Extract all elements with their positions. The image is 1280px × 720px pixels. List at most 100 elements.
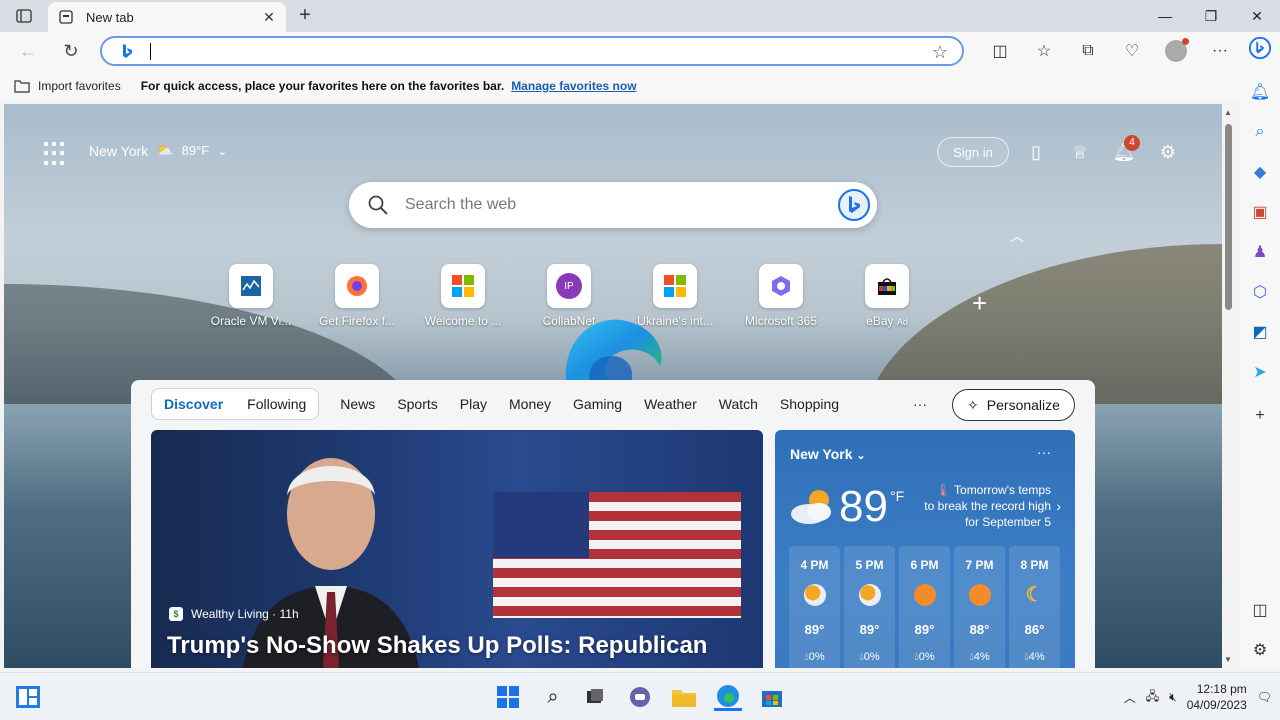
store-icon[interactable] bbox=[758, 683, 786, 711]
app-launcher-icon[interactable] bbox=[44, 142, 68, 166]
more-tabs-icon[interactable]: ··· bbox=[913, 396, 927, 412]
widgets-icon[interactable] bbox=[14, 683, 42, 711]
hourly-item[interactable]: 5 PM 89° 💧︎0% bbox=[844, 546, 895, 668]
chevron-right-icon[interactable]: › bbox=[1056, 498, 1061, 514]
tab-watch[interactable]: Watch bbox=[708, 396, 769, 412]
outlook-icon[interactable]: ◩ bbox=[1248, 320, 1272, 344]
tab-sports[interactable]: Sports bbox=[386, 396, 448, 412]
taskbar-search-icon[interactable]: ⌕ bbox=[539, 683, 567, 711]
back-arrow-icon[interactable]: ← bbox=[17, 40, 39, 62]
m365-icon bbox=[759, 264, 803, 308]
tab-weather[interactable]: Weather bbox=[633, 396, 708, 412]
tab-gaming[interactable]: Gaming bbox=[562, 396, 633, 412]
ip-icon: IP bbox=[547, 264, 591, 308]
add-sidebar-item-icon[interactable]: + bbox=[1248, 404, 1272, 428]
scroll-down-icon[interactable]: ▼ bbox=[1224, 655, 1232, 664]
microsoft-icon bbox=[653, 264, 697, 308]
personalize-button[interactable]: ✧ Personalize bbox=[952, 389, 1075, 421]
folder-icon bbox=[14, 80, 30, 93]
hourly-item[interactable]: 6 PM 89° 💧︎0% bbox=[899, 546, 950, 668]
scroll-up-icon[interactable]: ▲ bbox=[1224, 108, 1232, 117]
notification-bell-icon[interactable]: 🔔︎ bbox=[1248, 80, 1272, 104]
favorite-star-icon[interactable]: ☆ bbox=[932, 42, 948, 63]
performance-icon[interactable]: ♡ bbox=[1110, 38, 1154, 64]
weather-alert[interactable]: 🌡︎ Tomorrow's temps to break the record … bbox=[923, 482, 1051, 530]
quick-link-tile[interactable]: Microsoft 365 bbox=[728, 264, 834, 328]
restore-icon[interactable]: ❐ bbox=[1188, 0, 1234, 32]
hide-sidebar-icon[interactable]: ◫ bbox=[1248, 598, 1272, 622]
weather-city[interactable]: New York ⌄ bbox=[790, 446, 866, 462]
story-source: $ Wealthy Living · 11h bbox=[169, 607, 299, 621]
story-headline[interactable]: Trump's No-Show Shakes Up Polls: Republi… bbox=[167, 632, 707, 660]
quick-link-tile[interactable]: Welcome to ... bbox=[410, 264, 516, 328]
temp-unit: °F bbox=[196, 143, 210, 158]
shopping-tag-icon[interactable]: ◆ bbox=[1248, 160, 1272, 184]
tab-shopping[interactable]: Shopping bbox=[769, 396, 850, 412]
weather-summary[interactable]: New York ⛅ 89°F ⌄ bbox=[89, 142, 227, 159]
text-caret bbox=[150, 43, 151, 60]
collections-icon[interactable]: ⧉ bbox=[1066, 38, 1110, 64]
tab-discover[interactable]: Discover bbox=[152, 396, 235, 412]
page-scrollbar[interactable]: ▲ ▼ bbox=[1222, 104, 1236, 668]
chevron-up-icon[interactable]: ︿ bbox=[1124, 689, 1136, 706]
start-windows-icon[interactable] bbox=[494, 683, 522, 711]
chevron-up-icon[interactable]: ︿ bbox=[1010, 226, 1024, 246]
scrollbar-thumb[interactable] bbox=[1225, 124, 1232, 310]
favorites-icon[interactable]: ☆ bbox=[1022, 38, 1066, 64]
clock[interactable]: 12:18 pm 04/09/2023 bbox=[1187, 681, 1247, 713]
task-view-icon[interactable] bbox=[581, 683, 609, 711]
import-favorites-button[interactable]: Import favorites bbox=[14, 79, 121, 93]
profile-avatar[interactable] bbox=[1154, 38, 1198, 64]
tab-news[interactable]: News bbox=[329, 396, 386, 412]
precip-value: 4% bbox=[1028, 651, 1045, 663]
title-bar: New tab ✕ + — ❐ ✕ bbox=[0, 0, 1280, 32]
quick-link-tile[interactable]: Oracle VM Vi... bbox=[198, 264, 304, 328]
virtualbox-icon bbox=[229, 264, 273, 308]
network-icon[interactable]: 🖧︎ bbox=[1146, 687, 1159, 708]
tab-following[interactable]: Following bbox=[235, 396, 318, 412]
quick-link-tile[interactable]: eBay Ad bbox=[834, 264, 940, 328]
teams-chat-icon[interactable] bbox=[626, 683, 654, 711]
new-tab-button[interactable]: + bbox=[293, 4, 317, 28]
web-search-box[interactable]: Search the web bbox=[349, 182, 877, 228]
hourly-item[interactable]: 8 PM ☾ 86° 💧︎4% bbox=[1009, 546, 1060, 668]
hourly-item[interactable]: 7 PM 88° 💧︎4% bbox=[954, 546, 1005, 668]
hourly-forecast: 4 PM 89° 💧︎0% 5 PM 89° 💧︎0% 6 PM 89° 💧︎0… bbox=[789, 546, 1060, 668]
split-screen-icon[interactable]: ◫ bbox=[978, 38, 1022, 64]
weather-card[interactable]: New York ⌄ ··· 89 °F 🌡︎ Tomorrow's temps… bbox=[775, 430, 1075, 668]
close-window-icon[interactable]: ✕ bbox=[1234, 0, 1280, 32]
rewards-icon[interactable]: ♕ bbox=[1058, 137, 1102, 167]
volume-muted-icon[interactable]: 🔇︎ bbox=[1169, 690, 1177, 705]
more-menu-icon[interactable]: ··· bbox=[1198, 38, 1242, 64]
hourly-item[interactable]: 4 PM 89° 💧︎0% bbox=[789, 546, 840, 668]
search-icon[interactable]: ⌕ bbox=[1248, 120, 1272, 144]
hero-story-card[interactable]: $ Wealthy Living · 11h Trump's No-Show S… bbox=[151, 430, 763, 668]
bing-chat-icon[interactable] bbox=[837, 188, 871, 222]
phone-icon[interactable]: ▯ bbox=[1014, 137, 1058, 167]
address-bar[interactable]: ☆ bbox=[100, 36, 964, 66]
notifications-bell-icon[interactable]: 🔔︎ 4 bbox=[1102, 135, 1146, 167]
file-explorer-icon[interactable] bbox=[670, 683, 698, 711]
sign-in-button[interactable]: Sign in bbox=[937, 137, 1009, 167]
tab-new-tab[interactable]: New tab ✕ bbox=[48, 2, 286, 32]
games-icon[interactable]: ♟ bbox=[1248, 240, 1272, 264]
tab-play[interactable]: Play bbox=[449, 396, 498, 412]
manage-favorites-link[interactable]: Manage favorites now bbox=[511, 79, 636, 93]
tools-briefcase-icon[interactable]: ▣ bbox=[1248, 200, 1272, 224]
minimize-icon[interactable]: — bbox=[1142, 0, 1188, 32]
edge-taskbar-icon[interactable] bbox=[714, 683, 742, 711]
sidebar-settings-icon[interactable]: ⚙ bbox=[1248, 638, 1272, 662]
quick-link-tile[interactable]: Get Firefox f... bbox=[304, 264, 410, 328]
tab-money[interactable]: Money bbox=[498, 396, 562, 412]
weather-more-icon[interactable]: ··· bbox=[1037, 444, 1051, 460]
tab-actions-icon[interactable] bbox=[12, 6, 36, 26]
close-tab-icon[interactable]: ✕ bbox=[262, 10, 276, 24]
notification-center-icon[interactable]: 🗨︎ bbox=[1257, 690, 1272, 704]
settings-gear-icon[interactable]: ⚙ bbox=[1146, 137, 1190, 167]
add-site-plus-icon[interactable]: + bbox=[972, 288, 987, 319]
drop-icon[interactable]: ➤ bbox=[1248, 360, 1272, 384]
refresh-icon[interactable]: ↻ bbox=[60, 40, 82, 62]
bing-chat-icon[interactable] bbox=[1248, 36, 1272, 60]
toolbar-icons: ◫ ☆ ⧉ ♡ ··· bbox=[978, 38, 1242, 64]
microsoft-365-icon[interactable]: ⬡ bbox=[1248, 280, 1272, 304]
